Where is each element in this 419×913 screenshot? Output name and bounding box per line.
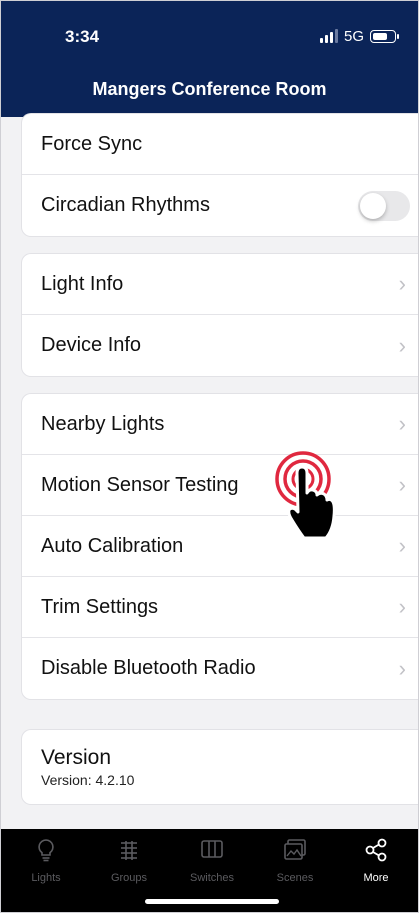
tab-label: More <box>363 872 389 884</box>
tab-groups[interactable]: Groups <box>94 837 164 884</box>
disable-bluetooth-radio-label: Disable Bluetooth Radio <box>41 657 256 679</box>
disable-bluetooth-radio-row[interactable]: Disable Bluetooth Radio › <box>22 638 418 699</box>
motion-sensor-testing-label: Motion Sensor Testing <box>41 473 239 496</box>
version-group: Version Version: 4.2.10 <box>21 729 418 805</box>
circadian-rhythms-label: Circadian Rhythms <box>41 194 210 216</box>
auto-calibration-label: Auto Calibration <box>41 534 184 557</box>
chevron-right-icon: › <box>398 594 406 619</box>
home-indicator <box>145 899 279 904</box>
groups-icon <box>121 841 137 860</box>
version-title: Version <box>41 746 112 769</box>
device-info-label: Device Info <box>41 334 142 356</box>
light-info-row[interactable]: Light Info › <box>22 254 418 315</box>
lightbulb-icon <box>38 839 54 862</box>
tab-label: Groups <box>110 872 148 884</box>
light-info-label: Light Info <box>41 272 124 295</box>
status-bar: 3:34 5G <box>1 1 418 73</box>
circadian-rhythms-row: Circadian Rhythms <box>22 175 418 236</box>
tab-label: Lights <box>31 872 61 884</box>
tab-switches[interactable]: Switches <box>177 837 247 884</box>
trim-settings-row[interactable]: Trim Settings › <box>22 577 418 638</box>
network-label: 5G <box>343 27 364 45</box>
auto-calibration-row[interactable]: Auto Calibration › <box>22 516 418 577</box>
tab-more[interactable]: More <box>341 837 411 884</box>
version-row: Version Version: 4.2.10 <box>22 730 418 804</box>
circadian-rhythms-toggle[interactable] <box>358 190 410 221</box>
chevron-right-icon: › <box>398 533 406 558</box>
chevron-right-icon: › <box>398 332 406 358</box>
share-icon <box>365 838 387 862</box>
device-info-row[interactable]: Device Info › <box>22 315 418 376</box>
tab-label: Switches <box>189 872 235 884</box>
chevron-right-icon: › <box>398 655 406 681</box>
tab-label: Scenes <box>276 872 314 884</box>
settings-group-tools: Nearby Lights › Motion Sensor Testing › … <box>21 393 418 700</box>
nearby-lights-label: Nearby Lights <box>41 412 165 435</box>
chevron-right-icon: › <box>398 472 406 497</box>
chevron-right-icon: › <box>398 271 406 296</box>
nav-bar: Mangers Conference Room <box>1 73 418 117</box>
version-value: Version: 4.2.10 <box>41 772 135 788</box>
tab-scenes[interactable]: Scenes <box>260 837 330 884</box>
app-screen: 3:34 5G Mangers Conference Room Force Sy… <box>0 0 419 913</box>
tab-bar: Lights Groups Switches Scenes More <box>1 829 418 912</box>
force-sync-label: Force Sync <box>41 132 143 155</box>
tab-lights[interactable]: Lights <box>11 837 81 884</box>
scenes-icon <box>284 839 306 860</box>
switch-icon <box>201 840 223 858</box>
battery-icon <box>370 29 399 43</box>
settings-group-top: Force Sync Circadian Rhythms <box>21 113 418 237</box>
settings-group-info: Light Info › Device Info › <box>21 253 418 377</box>
status-indicators: 5G <box>319 27 399 45</box>
trim-settings-label: Trim Settings <box>41 595 159 618</box>
status-time: 3:34 <box>65 27 100 46</box>
signal-icon <box>319 29 338 43</box>
nearby-lights-row[interactable]: Nearby Lights › <box>22 394 418 455</box>
force-sync-row[interactable]: Force Sync <box>22 114 418 175</box>
chevron-right-icon: › <box>398 411 406 436</box>
page-title: Mangers Conference Room <box>92 79 327 99</box>
motion-sensor-testing-row[interactable]: Motion Sensor Testing › <box>22 455 418 516</box>
